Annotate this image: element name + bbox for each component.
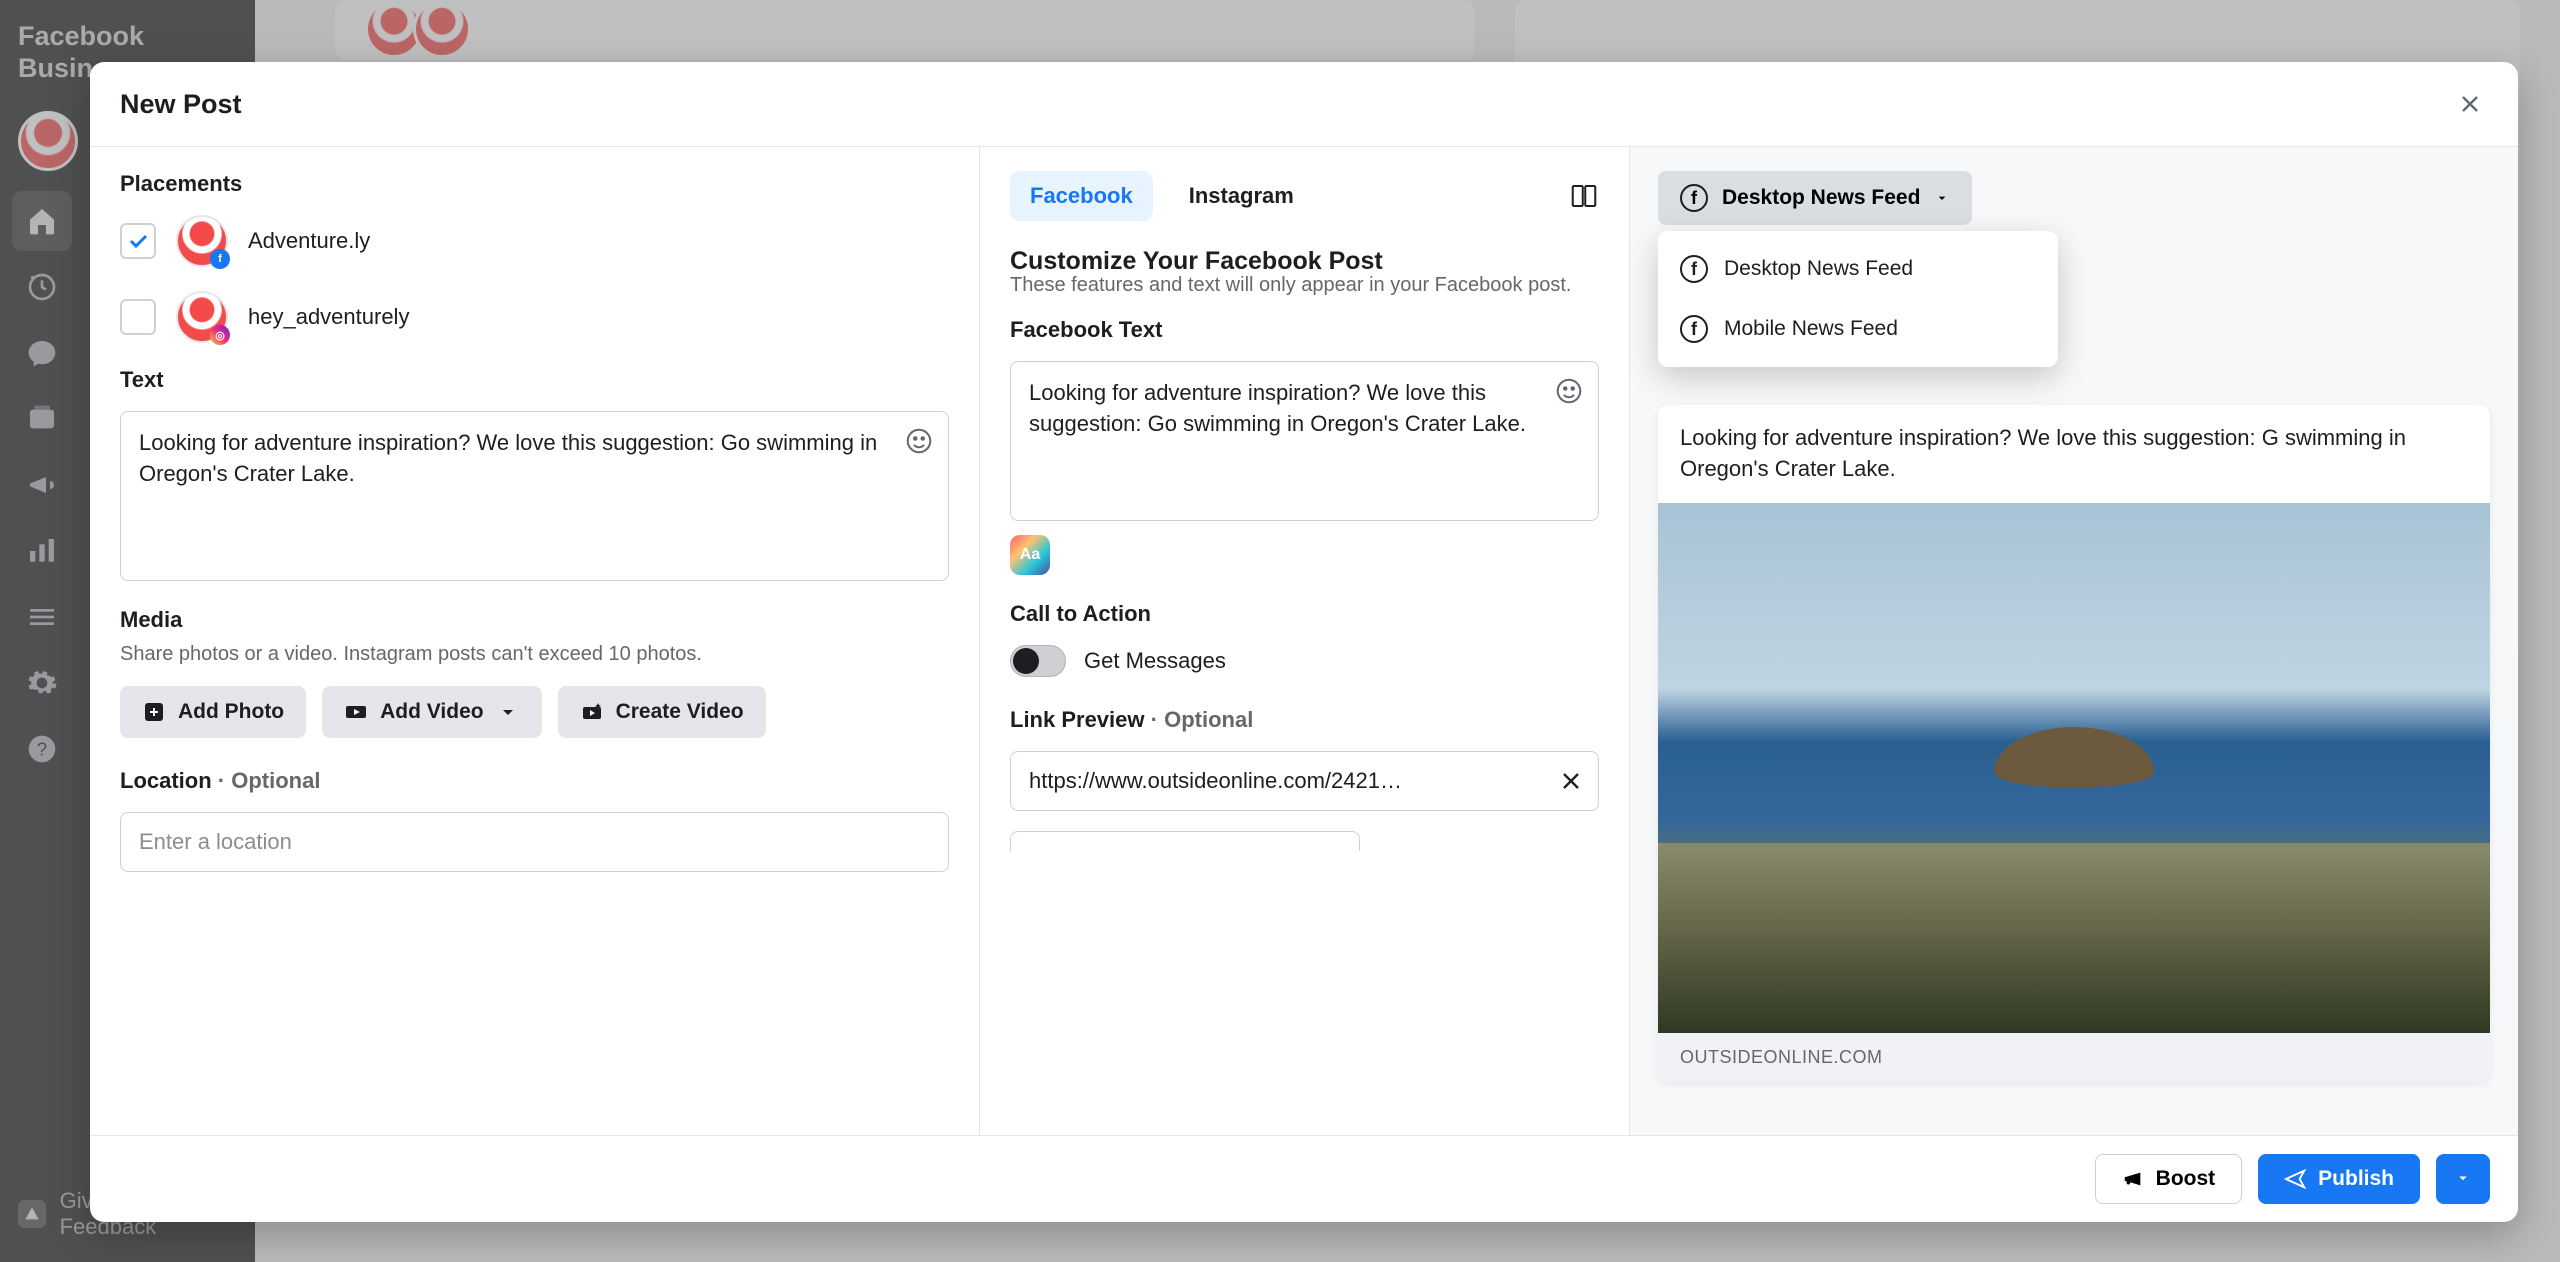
caret-down-icon — [496, 700, 520, 724]
col-customize: Facebook Instagram Customize Your Facebo… — [980, 147, 1630, 1135]
media-title: Media — [120, 607, 949, 633]
emoji-button[interactable] — [1554, 376, 1584, 406]
post-text-input[interactable]: Looking for adventure inspiration? We lo… — [120, 411, 949, 581]
dropdown-option-label: Mobile News Feed — [1724, 317, 1898, 341]
instagram-badge-icon: ◎ — [210, 325, 230, 345]
new-post-modal: New Post Placements f Adventure.ly ◎ hey… — [90, 62, 2518, 1222]
emoji-icon — [1554, 376, 1584, 406]
caret-down-icon — [1934, 190, 1950, 206]
send-icon — [2284, 1168, 2306, 1190]
preview-mode-menu: f Desktop News Feed f Mobile News Feed — [1658, 231, 2058, 367]
publish-button[interactable]: Publish — [2258, 1154, 2420, 1204]
photo-plus-icon — [142, 700, 166, 724]
cta-label: Get Messages — [1084, 648, 1226, 674]
optional-label: Optional — [231, 768, 320, 793]
preview-image — [1658, 503, 2490, 1033]
placement-row[interactable]: f Adventure.ly — [120, 215, 949, 267]
boost-button[interactable]: Boost — [2095, 1154, 2243, 1204]
clear-link-button[interactable] — [1557, 767, 1585, 795]
placement-label: hey_adventurely — [248, 304, 409, 330]
placement-checkbox[interactable] — [120, 299, 156, 335]
facebook-icon: f — [1680, 184, 1708, 212]
create-video-label: Create Video — [616, 700, 744, 724]
add-video-label: Add Video — [380, 700, 483, 724]
megaphone-icon — [2122, 1168, 2144, 1190]
close-icon — [1557, 767, 1585, 795]
check-icon — [126, 229, 150, 253]
placement-avatar: ◎ — [176, 291, 228, 343]
fb-text-input[interactable]: Looking for adventure inspiration? We lo… — [1010, 361, 1599, 521]
text-title: Text — [120, 367, 949, 393]
modal-footer: Boost Publish — [90, 1135, 2518, 1222]
link-preview-title-text: Link Preview — [1010, 707, 1145, 732]
media-subtitle: Share photos or a video. Instagram posts… — [120, 641, 949, 668]
boost-label: Boost — [2156, 1167, 2216, 1191]
caret-down-icon — [2454, 1169, 2472, 1187]
customize-subtitle: These features and text will only appear… — [1010, 272, 1599, 299]
modal-title: New Post — [120, 89, 242, 120]
dropdown-selected-label: Desktop News Feed — [1722, 186, 1920, 210]
facebook-icon: f — [1680, 255, 1708, 283]
link-preview-title: Link Preview · Optional — [1010, 707, 1599, 733]
video-icon — [344, 700, 368, 724]
add-photo-button[interactable]: Add Photo — [120, 686, 306, 738]
compare-icon[interactable] — [1569, 181, 1599, 211]
create-video-button[interactable]: Create Video — [558, 686, 766, 738]
placement-avatar: f — [176, 215, 228, 267]
cta-title: Call to Action — [1010, 601, 1599, 627]
placement-checkbox[interactable] — [120, 223, 156, 259]
publish-label: Publish — [2318, 1167, 2394, 1191]
dropdown-option-desktop[interactable]: f Desktop News Feed — [1658, 239, 2058, 299]
location-input[interactable] — [120, 812, 949, 872]
add-video-button[interactable]: Add Video — [322, 686, 541, 738]
dropdown-option-label: Desktop News Feed — [1724, 257, 1913, 281]
optional-label: Optional — [1164, 707, 1253, 732]
text-format-button[interactable]: Aa — [1010, 535, 1050, 575]
add-photo-label: Add Photo — [178, 700, 284, 724]
location-title: Location · Optional — [120, 768, 949, 794]
preview-mode-dropdown[interactable]: f Desktop News Feed — [1658, 171, 1972, 225]
facebook-badge-icon: f — [210, 249, 230, 269]
col-placements: Placements f Adventure.ly ◎ hey_adventur… — [90, 147, 980, 1135]
cta-toggle[interactable] — [1010, 645, 1066, 677]
fb-text-value: Looking for adventure inspiration? We lo… — [1029, 380, 1526, 436]
col-preview: f Desktop News Feed f Desktop News Feed … — [1630, 147, 2518, 1135]
location-title-text: Location — [120, 768, 212, 793]
placement-label: Adventure.ly — [248, 228, 370, 254]
tab-facebook[interactable]: Facebook — [1010, 171, 1153, 221]
publish-options-button[interactable] — [2436, 1154, 2490, 1204]
preview-text: Looking for adventure inspiration? We lo… — [1658, 405, 2490, 503]
fb-text-title: Facebook Text — [1010, 317, 1599, 343]
emoji-icon — [904, 426, 934, 456]
partial-box — [1010, 831, 1360, 851]
modal-header: New Post — [90, 62, 2518, 147]
close-icon — [2456, 90, 2484, 118]
close-button[interactable] — [2452, 86, 2488, 122]
video-create-icon — [580, 700, 604, 724]
placements-title: Placements — [120, 171, 949, 197]
link-preview-input[interactable] — [1010, 751, 1599, 811]
preview-domain: OUTSIDEONLINE.COM — [1658, 1033, 2490, 1082]
dropdown-option-mobile[interactable]: f Mobile News Feed — [1658, 299, 2058, 359]
post-preview-card: Looking for adventure inspiration? We lo… — [1658, 405, 2490, 1082]
tab-instagram[interactable]: Instagram — [1169, 171, 1314, 221]
post-text-value: Looking for adventure inspiration? We lo… — [139, 430, 877, 486]
emoji-button[interactable] — [904, 426, 934, 456]
facebook-icon: f — [1680, 315, 1708, 343]
placement-row[interactable]: ◎ hey_adventurely — [120, 291, 949, 343]
